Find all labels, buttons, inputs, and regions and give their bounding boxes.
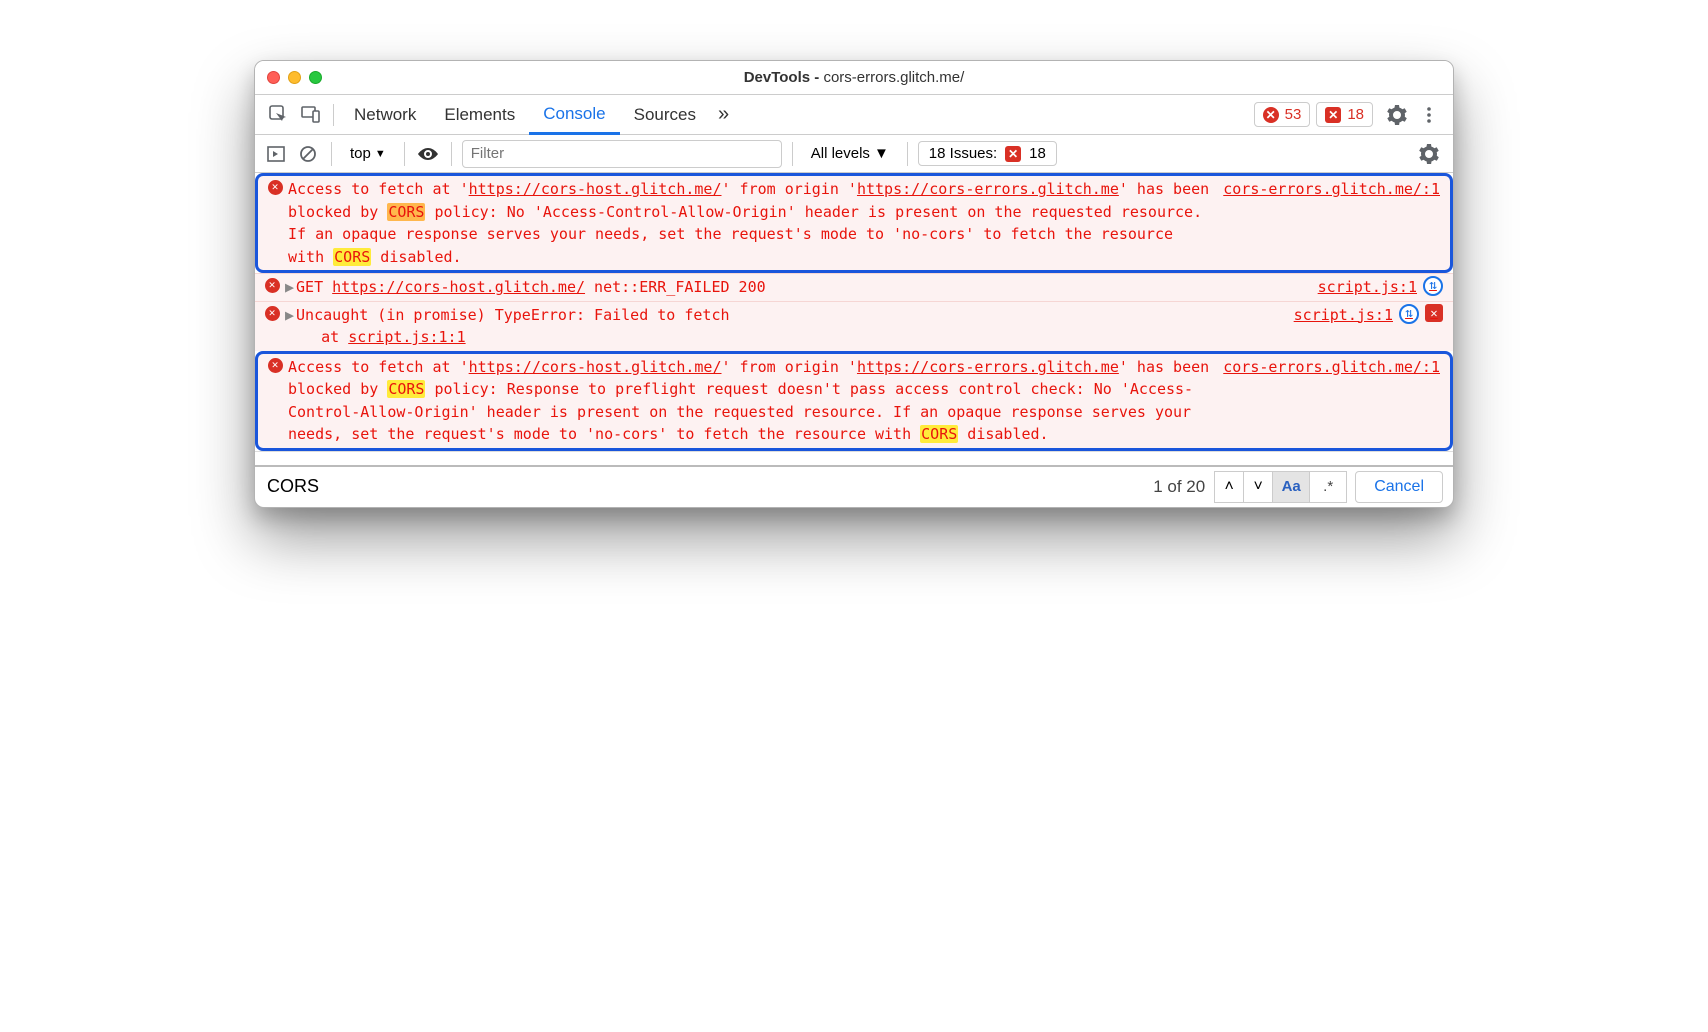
- device-toggle-icon[interactable]: [295, 99, 327, 131]
- tab-sources[interactable]: Sources: [620, 95, 710, 134]
- console-row[interactable]: ✕▶GET https://cors-host.glitch.me/ net::…: [255, 273, 1453, 301]
- error-level-icon: ✕: [259, 304, 285, 349]
- window-title-prefix: DevTools -: [744, 69, 824, 86]
- search-bar: 1 of 20 ˄ ˅ Aa .* Cancel: [255, 465, 1453, 507]
- divider: [907, 142, 908, 166]
- issue-icon[interactable]: ✕: [1425, 304, 1443, 322]
- clear-console-icon[interactable]: [295, 138, 321, 170]
- reveal-icon[interactable]: ⇅: [1399, 304, 1419, 324]
- console-row[interactable]: ✕Access to fetch at 'https://cors-host.g…: [255, 173, 1453, 273]
- divider: [333, 104, 334, 126]
- context-selector[interactable]: top ▼: [342, 142, 394, 165]
- search-prev-button[interactable]: ˄: [1214, 471, 1244, 503]
- source-link[interactable]: cors-errors.glitch.me/:1: [1211, 356, 1440, 446]
- window-title-url: cors-errors.glitch.me/: [823, 69, 964, 86]
- cancel-button[interactable]: Cancel: [1355, 471, 1443, 503]
- error-count-value: 53: [1285, 106, 1302, 123]
- issues-pill-count: 18: [1029, 145, 1046, 162]
- panel-tabbar: Network Elements Console Sources » ✕ 53 …: [255, 95, 1453, 135]
- console-row[interactable]: ✕Access to fetch at 'https://cors-host.g…: [255, 351, 1453, 451]
- issue-icon: ✕: [1325, 107, 1341, 123]
- match-case-toggle[interactable]: Aa: [1272, 471, 1310, 503]
- chevron-down-icon: ▼: [375, 148, 386, 160]
- console-message-text: Access to fetch at 'https://cors-host.gl…: [288, 356, 1211, 446]
- divider: [451, 142, 452, 166]
- error-level-icon: ✕: [262, 356, 288, 446]
- context-selector-label: top: [350, 145, 371, 162]
- console-message-text: ▶Uncaught (in promise) TypeError: Failed…: [285, 304, 1282, 349]
- more-tabs-button[interactable]: »: [710, 103, 737, 126]
- console-message-text: Access to fetch at 'https://cors-host.gl…: [288, 178, 1211, 268]
- issue-count-badge[interactable]: ✕ 18: [1316, 102, 1373, 127]
- divider: [404, 142, 405, 166]
- window-title: DevTools - cors-errors.glitch.me/: [255, 69, 1453, 86]
- console-settings-icon[interactable]: [1413, 138, 1445, 170]
- tab-console[interactable]: Console: [529, 96, 619, 135]
- source-link[interactable]: script.js:1⇅: [1306, 276, 1443, 299]
- error-count-badge[interactable]: ✕ 53: [1254, 102, 1311, 127]
- devtools-window: DevTools - cors-errors.glitch.me/ Networ…: [254, 60, 1454, 508]
- error-level-icon: ✕: [262, 178, 288, 268]
- error-level-icon: ✕: [259, 276, 285, 299]
- console-row[interactable]: ✕▶Uncaught (in promise) TypeError: Faile…: [255, 301, 1453, 351]
- search-result-count: 1 of 20: [1143, 477, 1215, 497]
- live-expression-icon[interactable]: [415, 141, 441, 167]
- divider: [792, 142, 793, 166]
- tab-network[interactable]: Network: [340, 95, 430, 134]
- issues-pill[interactable]: 18 Issues: ✕ 18: [918, 141, 1057, 166]
- filter-input[interactable]: [462, 140, 782, 168]
- console-spacer: [255, 451, 1453, 465]
- settings-icon[interactable]: [1381, 99, 1413, 131]
- issue-count-value: 18: [1347, 106, 1364, 123]
- error-icon: ✕: [1263, 107, 1279, 123]
- issues-pill-label: 18 Issues:: [929, 145, 997, 162]
- inspect-element-icon[interactable]: [263, 99, 295, 131]
- regex-toggle[interactable]: .*: [1309, 471, 1347, 503]
- chevron-down-icon: ▼: [874, 145, 889, 162]
- console-message-text: ▶GET https://cors-host.glitch.me/ net::E…: [285, 276, 1306, 299]
- source-link[interactable]: cors-errors.glitch.me/:1: [1211, 178, 1440, 268]
- console-toolbar: top ▼ All levels ▼ 18 Issues: ✕ 18: [255, 135, 1453, 173]
- sidebar-toggle-icon[interactable]: [263, 138, 289, 170]
- divider: [331, 142, 332, 166]
- kebab-menu-icon[interactable]: [1413, 99, 1445, 131]
- source-link[interactable]: script.js:1⇅✕: [1282, 304, 1443, 349]
- reveal-icon[interactable]: ⇅: [1423, 276, 1443, 296]
- log-levels-selector[interactable]: All levels ▼: [803, 142, 897, 165]
- search-input[interactable]: [265, 472, 1143, 501]
- issue-icon: ✕: [1005, 146, 1021, 162]
- log-levels-label: All levels: [811, 145, 870, 162]
- search-next-button[interactable]: ˅: [1243, 471, 1273, 503]
- titlebar: DevTools - cors-errors.glitch.me/: [255, 61, 1453, 95]
- console-messages: ✕Access to fetch at 'https://cors-host.g…: [255, 173, 1453, 451]
- tab-elements[interactable]: Elements: [430, 95, 529, 134]
